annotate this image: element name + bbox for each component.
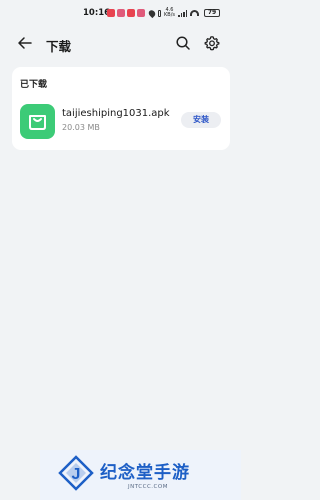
app-icon	[20, 104, 55, 139]
install-button[interactable]: 安装	[181, 112, 221, 128]
notification-app-icon	[127, 9, 135, 17]
downloaded-card: 已下载 taijieshiping1031.apk 20.03 MB 安装	[12, 67, 230, 150]
notification-icons	[107, 9, 145, 17]
status-bar: 10:16 4.6 KB/s 79	[0, 0, 241, 26]
watermark-name: 纪念堂手游	[100, 463, 190, 483]
battery-indicator: 79	[204, 9, 220, 17]
file-size: 20.03 MB	[62, 123, 100, 132]
wifi-icon	[190, 10, 199, 16]
gear-icon[interactable]	[204, 35, 220, 51]
section-title: 已下载	[20, 80, 48, 90]
notification-app-icon	[107, 9, 115, 17]
status-time: 10:16	[83, 8, 111, 18]
watermark: J 纪念堂手游 JNTCCC.COM	[40, 450, 241, 500]
svg-text:J: J	[72, 466, 81, 483]
site-logo-icon: J	[58, 455, 94, 491]
status-right: 4.6 KB/s 79	[147, 7, 220, 18]
page-title: 下载	[46, 39, 72, 54]
signal-icon	[178, 9, 187, 17]
network-speed: 4.6 KB/s	[164, 7, 175, 18]
search-icon[interactable]	[175, 35, 191, 51]
notification-app-icon	[117, 9, 125, 17]
vibrate-icon	[158, 9, 161, 17]
notification-app-icon	[137, 9, 145, 17]
arrow-left-icon[interactable]	[17, 35, 33, 51]
watermark-domain: JNTCCC.COM	[128, 484, 168, 490]
app-header: 下载	[0, 30, 241, 56]
location-icon	[147, 8, 157, 18]
shopping-bag-icon	[29, 115, 46, 130]
file-name: taijieshiping1031.apk	[62, 108, 170, 119]
